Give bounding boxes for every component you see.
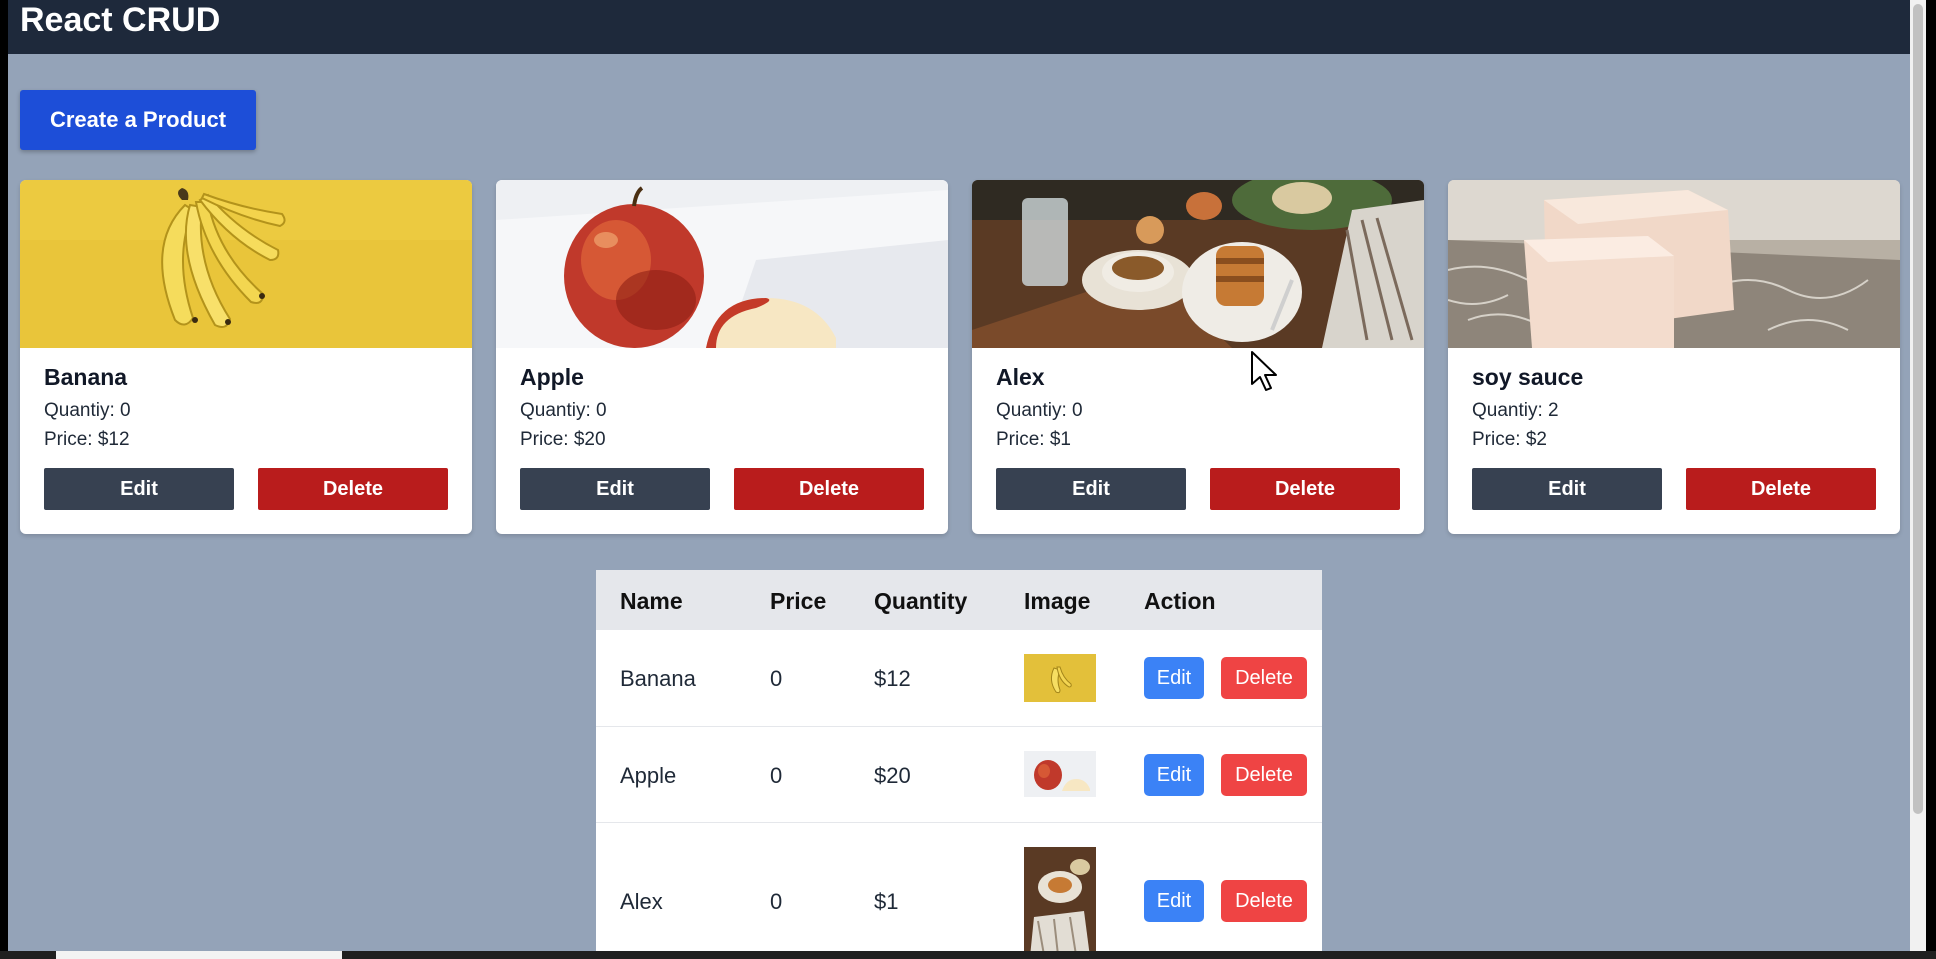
product-card: Alex Quantiy: 0 Price: $1 Edit Delete — [972, 180, 1424, 534]
row-delete-button[interactable]: Delete — [1221, 754, 1307, 796]
product-price: Price: $2 — [1472, 429, 1547, 450]
vertical-scrollbar[interactable] — [1910, 0, 1926, 951]
edit-button[interactable]: Edit — [1472, 468, 1662, 510]
row-edit-button[interactable]: Edit — [1144, 754, 1204, 796]
row-delete-button[interactable]: Delete — [1221, 880, 1307, 922]
header-name: Name — [620, 588, 683, 614]
product-quantity: Quantiy: 0 — [996, 400, 1083, 421]
row-delete-button[interactable]: Delete — [1221, 657, 1307, 699]
table-row: Banana 0 $12 Edit Delete — [596, 630, 1322, 726]
product-name: Alex — [996, 364, 1045, 390]
edit-button[interactable]: Edit — [520, 468, 710, 510]
navbar: React CRUD — [8, 0, 1910, 54]
row-edit-button[interactable]: Edit — [1144, 657, 1204, 699]
edit-button[interactable]: Edit — [996, 468, 1186, 510]
scrollbar-thumb[interactable] — [1913, 4, 1923, 814]
taskbar-item[interactable] — [56, 951, 342, 959]
product-card: Apple Quantiy: 0 Price: $20 Edit Delete — [496, 180, 948, 534]
product-image — [496, 180, 948, 348]
row-quantity: $1 — [874, 889, 899, 914]
delete-button[interactable]: Delete — [1210, 468, 1400, 510]
header-image: Image — [1024, 588, 1091, 614]
product-image — [20, 180, 472, 348]
delete-button[interactable]: Delete — [258, 468, 448, 510]
row-name: Banana — [620, 666, 696, 691]
product-price: Price: $12 — [44, 429, 130, 450]
row-image — [1024, 847, 1096, 951]
page-viewport: React CRUD Create a Product Banana Quant… — [8, 0, 1910, 951]
mouse-cursor-icon — [1251, 351, 1277, 391]
product-card: Banana Quantiy: 0 Price: $12 Edit Delete — [20, 180, 472, 534]
row-name: Alex — [620, 889, 663, 914]
delete-button[interactable]: Delete — [734, 468, 924, 510]
products-table: Name Price Quantity Image Action Banana … — [596, 570, 1322, 951]
product-quantity: Quantiy: 2 — [1472, 400, 1559, 421]
row-price: 0 — [770, 763, 783, 788]
row-name: Apple — [620, 763, 677, 788]
edit-button[interactable]: Edit — [44, 468, 234, 510]
table-row: Alex 0 $1 Edit Delete — [596, 822, 1322, 951]
product-name: soy sauce — [1472, 364, 1584, 390]
product-price: Price: $1 — [996, 429, 1071, 450]
product-image — [972, 180, 1424, 348]
delete-button[interactable]: Delete — [1686, 468, 1876, 510]
product-price: Price: $20 — [520, 429, 606, 450]
product-quantity: Quantiy: 0 — [44, 400, 131, 421]
header-quantity: Quantity — [874, 588, 968, 614]
table-header: Name Price Quantity Image Action — [596, 570, 1322, 630]
product-card: soy sauce Quantiy: 2 Price: $2 Edit Dele… — [1448, 180, 1900, 534]
row-image — [1024, 654, 1096, 702]
product-name: Banana — [44, 364, 128, 390]
row-price: 0 — [770, 889, 783, 914]
product-name: Apple — [520, 364, 584, 390]
row-image — [1024, 751, 1096, 797]
product-quantity: Quantiy: 0 — [520, 400, 607, 421]
header-price: Price — [770, 588, 827, 614]
header-action: Action — [1144, 588, 1216, 614]
product-image — [1448, 180, 1900, 348]
row-edit-button[interactable]: Edit — [1144, 880, 1204, 922]
table-row: Apple 0 $20 Edit Delete — [596, 726, 1322, 823]
app-title: React CRUD — [20, 1, 221, 39]
create-product-button[interactable]: Create a Product — [20, 90, 256, 150]
row-quantity: $20 — [874, 763, 911, 788]
row-price: 0 — [770, 666, 783, 691]
row-quantity: $12 — [874, 666, 911, 691]
